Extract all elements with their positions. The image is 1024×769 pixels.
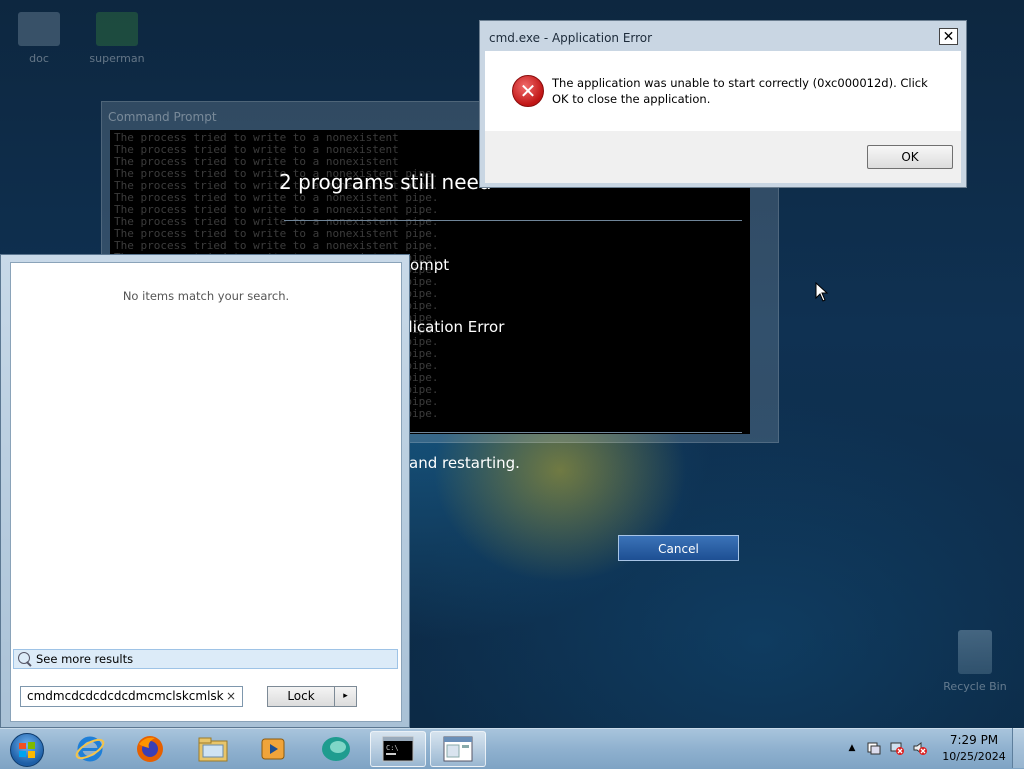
ok-button[interactable]: OK	[867, 145, 953, 169]
blocking-program-application-error: plication Error	[399, 318, 505, 336]
recycle-bin-icon	[958, 630, 992, 674]
clear-search-icon[interactable]: ×	[224, 688, 238, 704]
blocking-program-command-prompt: ompt	[410, 256, 450, 274]
desktop-icon-label: superman	[89, 52, 145, 65]
desktop-icon-doc[interactable]: doc	[4, 12, 74, 65]
divider	[284, 220, 742, 221]
command-prompt-title: Command Prompt	[108, 110, 217, 124]
show-hidden-icons-icon[interactable]: ▲	[845, 741, 859, 755]
show-desktop-button[interactable]	[1012, 728, 1024, 768]
error-message: The application was unable to start corr…	[552, 76, 928, 106]
desktop-icon-label: doc	[29, 52, 49, 65]
see-more-results-link[interactable]: See more results	[13, 649, 398, 669]
desktop-icon-label: Recycle Bin	[943, 680, 1007, 693]
network-error-icon[interactable]	[890, 741, 904, 755]
firefox-icon[interactable]	[122, 731, 178, 767]
desktop-icon-superman[interactable]: superman	[82, 12, 152, 65]
file-explorer-icon[interactable]	[185, 731, 241, 767]
chat-app-icon[interactable]	[308, 731, 364, 767]
desktop-icon-recycle-bin[interactable]: Recycle Bin	[940, 630, 1010, 693]
lock-button[interactable]: Lock	[267, 686, 335, 707]
svg-text:C:\: C:\	[386, 744, 399, 752]
error-icon: ✕	[512, 75, 544, 107]
app-icon	[96, 12, 138, 46]
power-options-arrow-icon[interactable]: ▸	[334, 686, 357, 707]
start-button[interactable]	[6, 731, 46, 767]
cancel-button[interactable]: Cancel	[618, 535, 739, 561]
volume-muted-icon[interactable]	[913, 741, 927, 755]
see-more-label: See more results	[36, 652, 134, 666]
action-center-icon[interactable]	[867, 741, 881, 755]
no-results-text: No items match your search.	[122, 289, 290, 303]
internet-explorer-icon[interactable]	[62, 731, 118, 767]
mouse-cursor-icon	[815, 282, 829, 302]
command-prompt-icon[interactable]: C:\	[370, 731, 426, 767]
application-window-icon[interactable]	[430, 731, 486, 767]
search-icon	[18, 652, 30, 664]
dialog-title: cmd.exe - Application Error	[489, 31, 653, 45]
document-icon	[18, 12, 60, 46]
shutdown-title: 2 programs still need	[279, 170, 492, 194]
windows-logo-icon	[10, 733, 44, 767]
close-button[interactable]: ✕	[939, 28, 958, 45]
clock-date[interactable]: 10/25/2024	[940, 750, 1008, 763]
clock-time[interactable]: 7:29 PM	[948, 733, 1000, 747]
start-search-input[interactable]: cmdmcdcdcdcdcdmcmclskcmlsk	[20, 686, 243, 707]
shutdown-message: and restarting.	[409, 454, 520, 472]
media-player-icon[interactable]	[245, 731, 301, 767]
